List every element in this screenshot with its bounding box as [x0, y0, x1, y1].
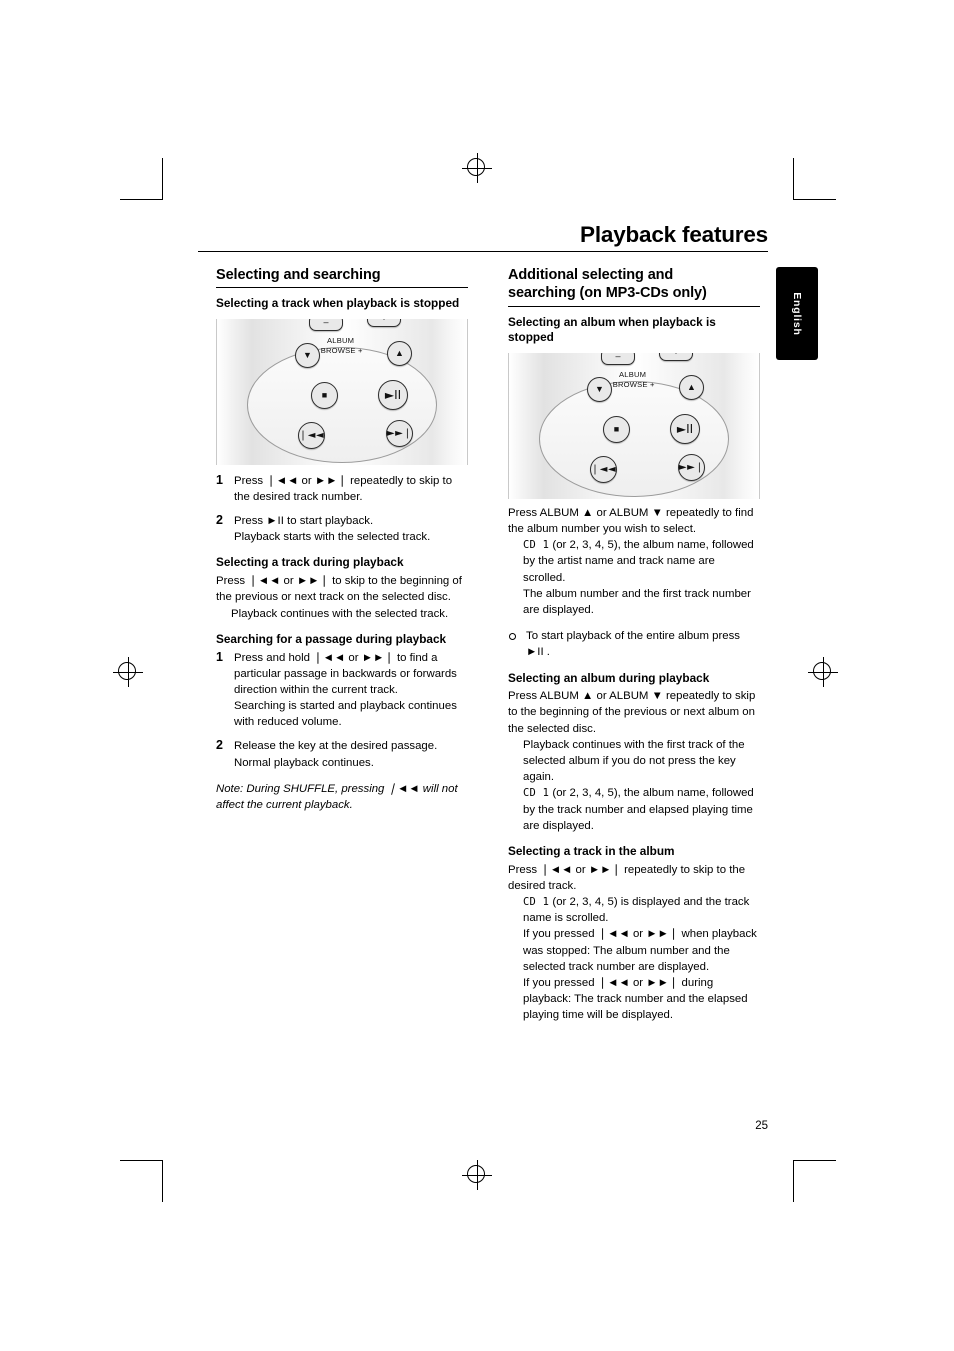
stop-button: ■ — [603, 415, 630, 443]
remote-illustration-2: – + ALBUM – BROWSE + ▼ ▲ ■ ►II ❘◄◄ ►►❘ — [508, 352, 760, 499]
right-sub3-result-2: If you pressed ❘◄◄ or ►►❘ when playback … — [523, 928, 757, 973]
crop-mark-top-right-v — [793, 158, 794, 200]
page-content: Playback features English Selecting and … — [198, 222, 818, 1132]
right-sub2-heading: Selecting an album during playback — [508, 670, 710, 685]
step-text: Press ►II to start playback. — [234, 515, 374, 528]
left-note: Note: During SHUFFLE, pressing ❘◄◄ will … — [216, 782, 458, 812]
step-text: Release the key at the desired passage. — [234, 740, 438, 753]
right-sub1-bullet: To start playback of the entire album pr… — [508, 628, 760, 660]
right-sub3-result-1: CD 1 (or 2, 3, 4, 5) is displayed and th… — [523, 894, 760, 926]
step-number: 1 — [216, 472, 223, 487]
right-sub1-result-1-rest: (or 2, 3, 4, 5), the album name, followe… — [523, 539, 754, 584]
crop-mark-bottom-right-v — [793, 1160, 794, 1202]
crop-mark-top-right-h — [793, 199, 836, 200]
page-number: 25 — [755, 1120, 768, 1132]
left-section-title: Selecting and searching — [216, 267, 468, 288]
registration-mark-left — [113, 657, 143, 687]
right-column: Additional selecting and searching (on M… — [508, 267, 760, 1024]
remote-body-outline — [247, 346, 437, 463]
left-sub1-heading: Selecting a track when playback is stopp… — [216, 296, 460, 310]
stop-button: ■ — [311, 381, 338, 409]
volume-plus-button: + — [367, 318, 401, 327]
previous-track-button: ❘◄◄ — [590, 455, 617, 483]
next-track-button: ►►❘ — [386, 419, 413, 447]
left-sub3-step-1: 1 Press and hold ❘◄◄ or ►►❘ to find a pa… — [216, 650, 468, 731]
album-down-button: ▼ — [295, 342, 320, 368]
right-sub1-body: Press ALBUM ▲ or ALBUM ▼ repeatedly to f… — [508, 506, 754, 536]
step-result: Normal playback continues. — [234, 756, 374, 769]
next-track-button: ►►❘ — [678, 453, 705, 481]
step-text: Press ❘◄◄ or ►►❘ repeatedly to skip to t… — [234, 474, 453, 503]
right-sub1-bullet-text: To start playback of the entire album pr… — [526, 630, 740, 659]
left-column: Selecting and searching Selecting a trac… — [216, 267, 468, 825]
step-number: 1 — [216, 649, 223, 664]
play-pause-button: ►II — [378, 379, 408, 410]
right-sub2-result-2-rest: (or 2, 3, 4, 5), the album name, followe… — [523, 787, 754, 832]
browse-label: – BROWSE + — [606, 379, 655, 389]
previous-track-button: ❘◄◄ — [298, 421, 325, 449]
remote-body-outline — [539, 380, 729, 497]
left-sub2-result: Playback continues with the selected tra… — [231, 607, 449, 620]
step-result: Searching is started and playback contin… — [234, 700, 457, 729]
page-title: Playback features — [580, 222, 768, 247]
step-number: 2 — [216, 738, 223, 753]
crop-mark-bottom-left-v — [162, 1160, 163, 1202]
play-pause-button: ►II — [670, 413, 700, 444]
left-sub1-step-2: 2 Press ►II to start playback. Playback … — [216, 513, 468, 545]
volume-minus-button: – — [601, 352, 635, 365]
right-sub1-result-1: CD 1 (or 2, 3, 4, 5), the album name, fo… — [523, 537, 760, 586]
album-label: ALBUM — [327, 335, 355, 345]
right-sub3-result-1-rest: (or 2, 3, 4, 5) is displayed and the tra… — [523, 896, 750, 925]
volume-plus-button: + — [659, 352, 693, 361]
remote-illustration-1: – + ALBUM – BROWSE + ▼ ▲ ■ ►II ❘◄◄ ►►❘ — [216, 318, 468, 465]
right-sub3-result-3: If you pressed ❘◄◄ or ►►❘ during playbac… — [523, 977, 748, 1022]
album-up-button: ▲ — [679, 374, 704, 400]
registration-mark-right — [808, 657, 838, 687]
album-label: ALBUM — [619, 369, 647, 379]
left-sub2-heading: Selecting a track during playback — [216, 555, 404, 570]
page-header: Playback features — [198, 222, 768, 252]
display-text-cd1: CD 1 — [523, 539, 550, 552]
right-sub1-heading: Selecting an album when playback is stop… — [508, 315, 716, 345]
display-text-cd1: CD 1 — [523, 896, 550, 909]
album-up-button: ▲ — [387, 340, 412, 366]
right-section-title-line1: Additional selecting and — [508, 267, 674, 283]
right-sub2-body: Press ALBUM ▲ or ALBUM ▼ repeatedly to s… — [508, 690, 756, 735]
right-section-title-line2: searching (on MP3-CDs only) — [508, 284, 707, 301]
registration-mark-top — [462, 153, 492, 183]
browse-label: – BROWSE + — [314, 345, 363, 355]
step-number: 2 — [216, 513, 223, 528]
right-sub3-body: Press ❘◄◄ or ►►❘ repeatedly to skip to t… — [508, 863, 746, 892]
left-sub2-body: Press ❘◄◄ or ►►❘ to skip to the beginnin… — [216, 575, 462, 604]
step-result: Playback starts with the selected track. — [234, 531, 431, 544]
crop-mark-top-left-h — [120, 199, 163, 200]
display-text-cd1: CD 1 — [523, 787, 550, 800]
bullet-circle-icon — [509, 632, 516, 640]
right-sub2-result-1: Playback continues with the first track … — [523, 738, 745, 784]
language-tab: English — [776, 267, 818, 360]
right-section-title: Additional selecting and searching (on M… — [508, 267, 760, 308]
crop-mark-bottom-left-h — [120, 1160, 163, 1161]
language-tab-label: English — [791, 291, 803, 336]
crop-mark-top-left-v — [162, 158, 163, 200]
left-sub3-heading: Searching for a passage during playback — [216, 631, 447, 646]
step-text: Press and hold ❘◄◄ or ►►❘ to find a part… — [234, 651, 457, 696]
right-sub3-heading: Selecting a track in the album — [508, 843, 675, 858]
volume-minus-button: – — [309, 318, 343, 331]
right-sub2-result-2: CD 1 (or 2, 3, 4, 5), the album name, fo… — [523, 785, 760, 834]
registration-mark-bottom — [462, 1160, 492, 1190]
left-sub3-step-2: 2 Release the key at the desired passage… — [216, 738, 468, 770]
crop-mark-bottom-right-h — [793, 1160, 836, 1161]
album-down-button: ▼ — [587, 376, 612, 402]
left-sub1-step-1: 1 Press ❘◄◄ or ►►❘ repeatedly to skip to… — [216, 473, 468, 505]
right-sub1-result-2: The album number and the first track num… — [523, 587, 751, 616]
